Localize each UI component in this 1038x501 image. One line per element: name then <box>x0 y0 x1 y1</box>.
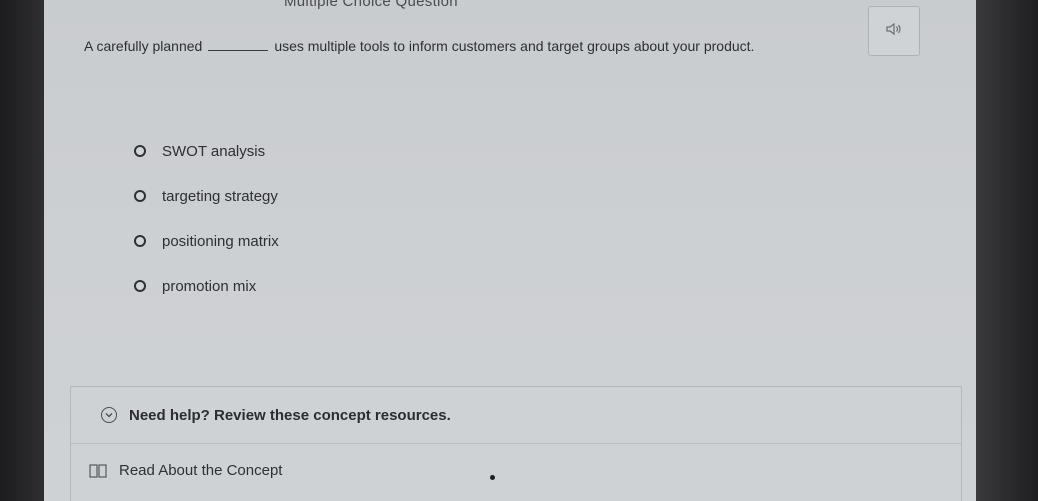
resource-label: Read About the Concept <box>119 462 283 479</box>
question-prompt: A carefully planned uses multiple tools t… <box>84 38 954 54</box>
book-icon <box>89 463 107 479</box>
help-resources-panel: Need help? Review these concept resource… <box>70 386 962 501</box>
prompt-text-after: uses multiple tools to inform customers … <box>274 38 755 54</box>
prompt-text-before: A carefully planned <box>84 38 203 54</box>
answer-options: SWOT analysis targeting strategy positio… <box>134 140 279 320</box>
help-toggle[interactable]: Need help? Review these concept resource… <box>71 387 961 444</box>
option-positioning-matrix[interactable]: positioning matrix <box>134 230 279 252</box>
pointer-dot <box>490 475 495 480</box>
question-screen: Multiple Choice Question A carefully pla… <box>44 0 976 501</box>
question-type-title: Multiple Choice Question <box>284 0 458 10</box>
read-about-concept-link[interactable]: Read About the Concept <box>89 462 282 479</box>
option-label: positioning matrix <box>162 232 279 250</box>
device-bezel-left <box>0 0 44 501</box>
radio-button[interactable] <box>134 145 146 157</box>
option-swot-analysis[interactable]: SWOT analysis <box>134 140 279 162</box>
radio-button[interactable] <box>134 280 146 292</box>
option-label: SWOT analysis <box>162 142 266 160</box>
option-label: targeting strategy <box>162 187 278 205</box>
option-targeting-strategy[interactable]: targeting strategy <box>134 185 279 207</box>
option-label: promotion mix <box>162 277 257 295</box>
option-promotion-mix[interactable]: promotion mix <box>134 275 279 297</box>
chevron-down-circle-icon <box>101 407 117 423</box>
radio-button[interactable] <box>134 190 146 202</box>
answer-blank <box>208 42 269 51</box>
device-bezel-right <box>976 0 1038 501</box>
help-title: Need help? Review these concept resource… <box>129 406 451 424</box>
radio-button[interactable] <box>134 235 146 247</box>
